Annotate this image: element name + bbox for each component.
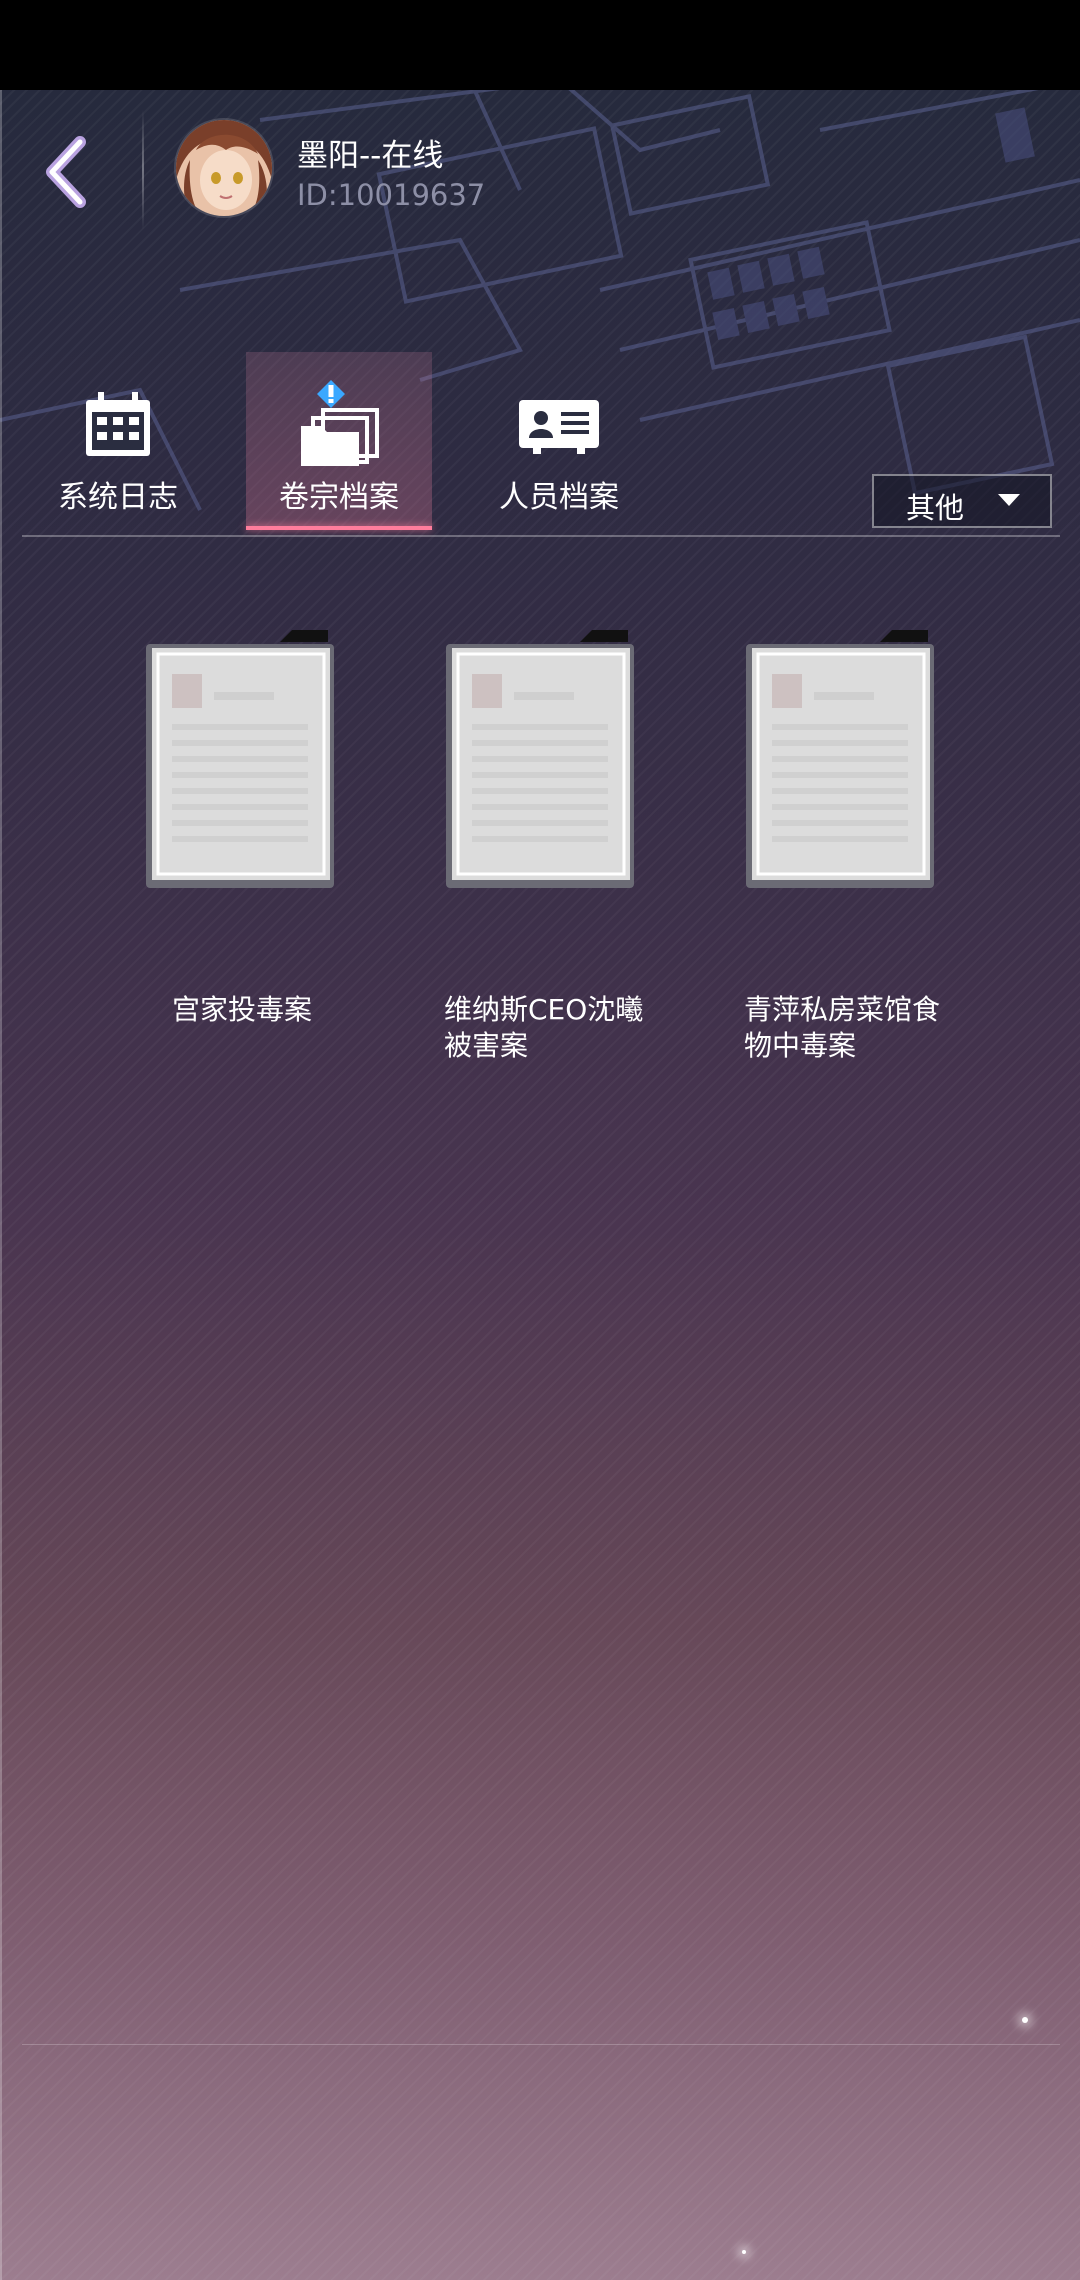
document-icon <box>146 630 334 888</box>
dropdown-label: 其他 <box>906 491 965 525</box>
calendar-icon <box>84 392 152 462</box>
left-edge-line <box>0 90 2 2280</box>
chevron-left-icon <box>46 136 86 208</box>
avatar-portrait-icon <box>176 120 272 216</box>
tab-label: 卷宗档案 <box>279 480 399 515</box>
avatar[interactable] <box>176 120 272 216</box>
user-id: ID:10019637 <box>297 178 486 212</box>
case-archive-screen: 墨阳--在线 ID:10019637 系统日志 卷宗档案 人员档案 其他 宫家投… <box>0 90 1080 2280</box>
document-icon <box>446 630 634 888</box>
tab-label: 系统日志 <box>58 480 178 515</box>
other-dropdown[interactable]: 其他 <box>872 474 1052 528</box>
document-icon <box>746 630 934 888</box>
tab-personnel-files[interactable]: 人员档案 <box>466 352 652 530</box>
folder-alert-icon <box>297 380 381 470</box>
tab-system-log[interactable]: 系统日志 <box>25 352 211 530</box>
user-name: 墨阳--在线 <box>297 138 444 174</box>
bottom-divider <box>22 2044 1060 2045</box>
case-title: 青萍私房菜馆食物中毒案 <box>744 993 941 1062</box>
blueprint-background <box>0 90 1080 511</box>
case-title: 维纳斯CEO沈曦被害案 <box>444 993 644 1062</box>
id-card-icon <box>519 396 599 458</box>
tab-case-files[interactable]: 卷宗档案 <box>246 352 432 530</box>
sparkle-icon <box>1022 2017 1028 2023</box>
tabs-divider <box>22 535 1060 537</box>
sparkle-icon <box>742 2250 746 2254</box>
active-tab-indicator <box>246 526 432 530</box>
header-divider <box>142 110 144 230</box>
status-bar <box>0 0 1080 90</box>
back-button[interactable] <box>38 132 102 212</box>
case-title: 宫家投毒案 <box>172 993 313 1026</box>
tab-label: 人员档案 <box>499 480 619 515</box>
caret-down-icon <box>998 494 1020 506</box>
